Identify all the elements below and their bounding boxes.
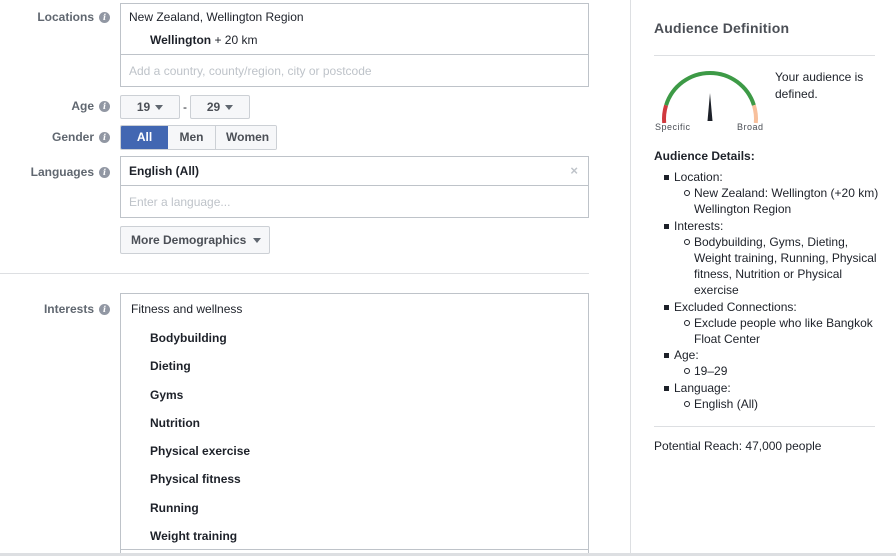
gender-toggle: All Men Women xyxy=(120,125,277,150)
gauge-broad-segment xyxy=(751,104,758,124)
gender-all-button[interactable]: All xyxy=(121,126,168,149)
detail-value: Bodybuilding, Gyms, Dieting, Weight trai… xyxy=(684,234,879,299)
audience-title: Audience Definition xyxy=(654,20,790,36)
info-icon[interactable]: i xyxy=(99,131,110,143)
language-search-input[interactable]: Enter a language... xyxy=(121,185,588,217)
gender-women-button[interactable]: Women xyxy=(215,126,276,149)
interests-box: Fitness and wellness Bodybuilding Dietin… xyxy=(120,293,589,556)
languages-label: Languages i xyxy=(31,165,110,179)
location-city-item[interactable]: Wellington + 20 km xyxy=(121,30,588,54)
interest-item[interactable]: Physical exercise xyxy=(121,437,588,465)
interest-item[interactable]: Nutrition xyxy=(121,409,588,437)
gender-label: Gender i xyxy=(52,130,110,144)
targeting-form: Locations i New Zealand, Wellington Regi… xyxy=(0,0,630,556)
audience-status: Your audience is defined. xyxy=(775,70,864,101)
interest-item[interactable]: Bodybuilding xyxy=(121,324,588,352)
detail-value: New Zealand: Wellington (+20 km) Welling… xyxy=(684,185,879,217)
detail-value: English (All) xyxy=(684,396,879,412)
caret-down-icon xyxy=(155,104,164,110)
detail-language: Language: English (All) xyxy=(664,380,879,412)
more-demographics-button[interactable]: More Demographics xyxy=(120,226,270,254)
divider xyxy=(654,426,875,427)
audience-details-title: Audience Details: xyxy=(654,149,755,163)
location-region: New Zealand, Wellington Region xyxy=(129,10,304,24)
location-radius[interactable]: + 20 km xyxy=(211,33,257,47)
detail-age: Age: 19–29 xyxy=(664,347,879,379)
age-separator: - xyxy=(183,100,187,114)
locations-label: Locations i xyxy=(37,10,110,24)
age-min-select[interactable]: 19 xyxy=(120,95,180,119)
interest-item[interactable]: Gyms xyxy=(121,381,588,409)
remove-icon[interactable]: × xyxy=(570,157,578,185)
detail-excluded-connections: Excluded Connections: Exclude people who… xyxy=(664,299,879,348)
location-city: Wellington xyxy=(150,33,212,47)
audience-details: Location: New Zealand: Wellington (+20 k… xyxy=(654,169,879,412)
gauge-specific-segment xyxy=(662,104,669,124)
interest-item[interactable]: Weight training xyxy=(121,522,588,550)
info-icon[interactable]: i xyxy=(99,303,110,315)
detail-location: Location: New Zealand: Wellington (+20 k… xyxy=(664,169,879,218)
interests-search-input[interactable] xyxy=(121,549,588,550)
info-icon[interactable]: i xyxy=(99,11,110,23)
interests-label: Interests i xyxy=(44,302,110,316)
caret-down-icon xyxy=(253,237,262,243)
potential-reach: Potential Reach: 47,000 people xyxy=(654,439,822,453)
interest-item[interactable]: Physical fitness xyxy=(121,465,588,493)
detail-value: 19–29 xyxy=(684,363,879,379)
gauge-label-specific: Specific xyxy=(655,122,691,132)
info-icon[interactable]: i xyxy=(99,100,110,112)
detail-interests: Interests: Bodybuilding, Gyms, Dieting, … xyxy=(664,218,879,299)
section-divider xyxy=(0,273,589,274)
interest-item[interactable]: Dieting xyxy=(121,352,588,380)
info-icon[interactable]: i xyxy=(99,166,110,178)
caret-down-icon xyxy=(225,104,234,110)
languages-box: English (All) × Enter a language... xyxy=(120,156,589,218)
gauge-label-broad: Broad xyxy=(737,122,764,132)
interest-item[interactable]: Running xyxy=(121,494,588,522)
language-token: English (All) × xyxy=(121,157,588,185)
age-label: Age i xyxy=(71,99,110,113)
divider xyxy=(654,55,875,56)
detail-value: Exclude people who like Bangkok Float Ce… xyxy=(684,315,879,347)
age-max-select[interactable]: 29 xyxy=(190,95,250,119)
gender-men-button[interactable]: Men xyxy=(168,126,215,149)
language-selected: English (All) xyxy=(129,164,199,178)
interest-category: Fitness and wellness xyxy=(131,302,243,316)
locations-box: New Zealand, Wellington Region Wellingto… xyxy=(120,3,589,87)
gauge-needle xyxy=(707,93,713,121)
location-search-input[interactable]: Add a country, county/region, city or po… xyxy=(121,54,588,86)
audience-definition-panel: Audience Definition Specific Broad Your … xyxy=(630,0,896,556)
